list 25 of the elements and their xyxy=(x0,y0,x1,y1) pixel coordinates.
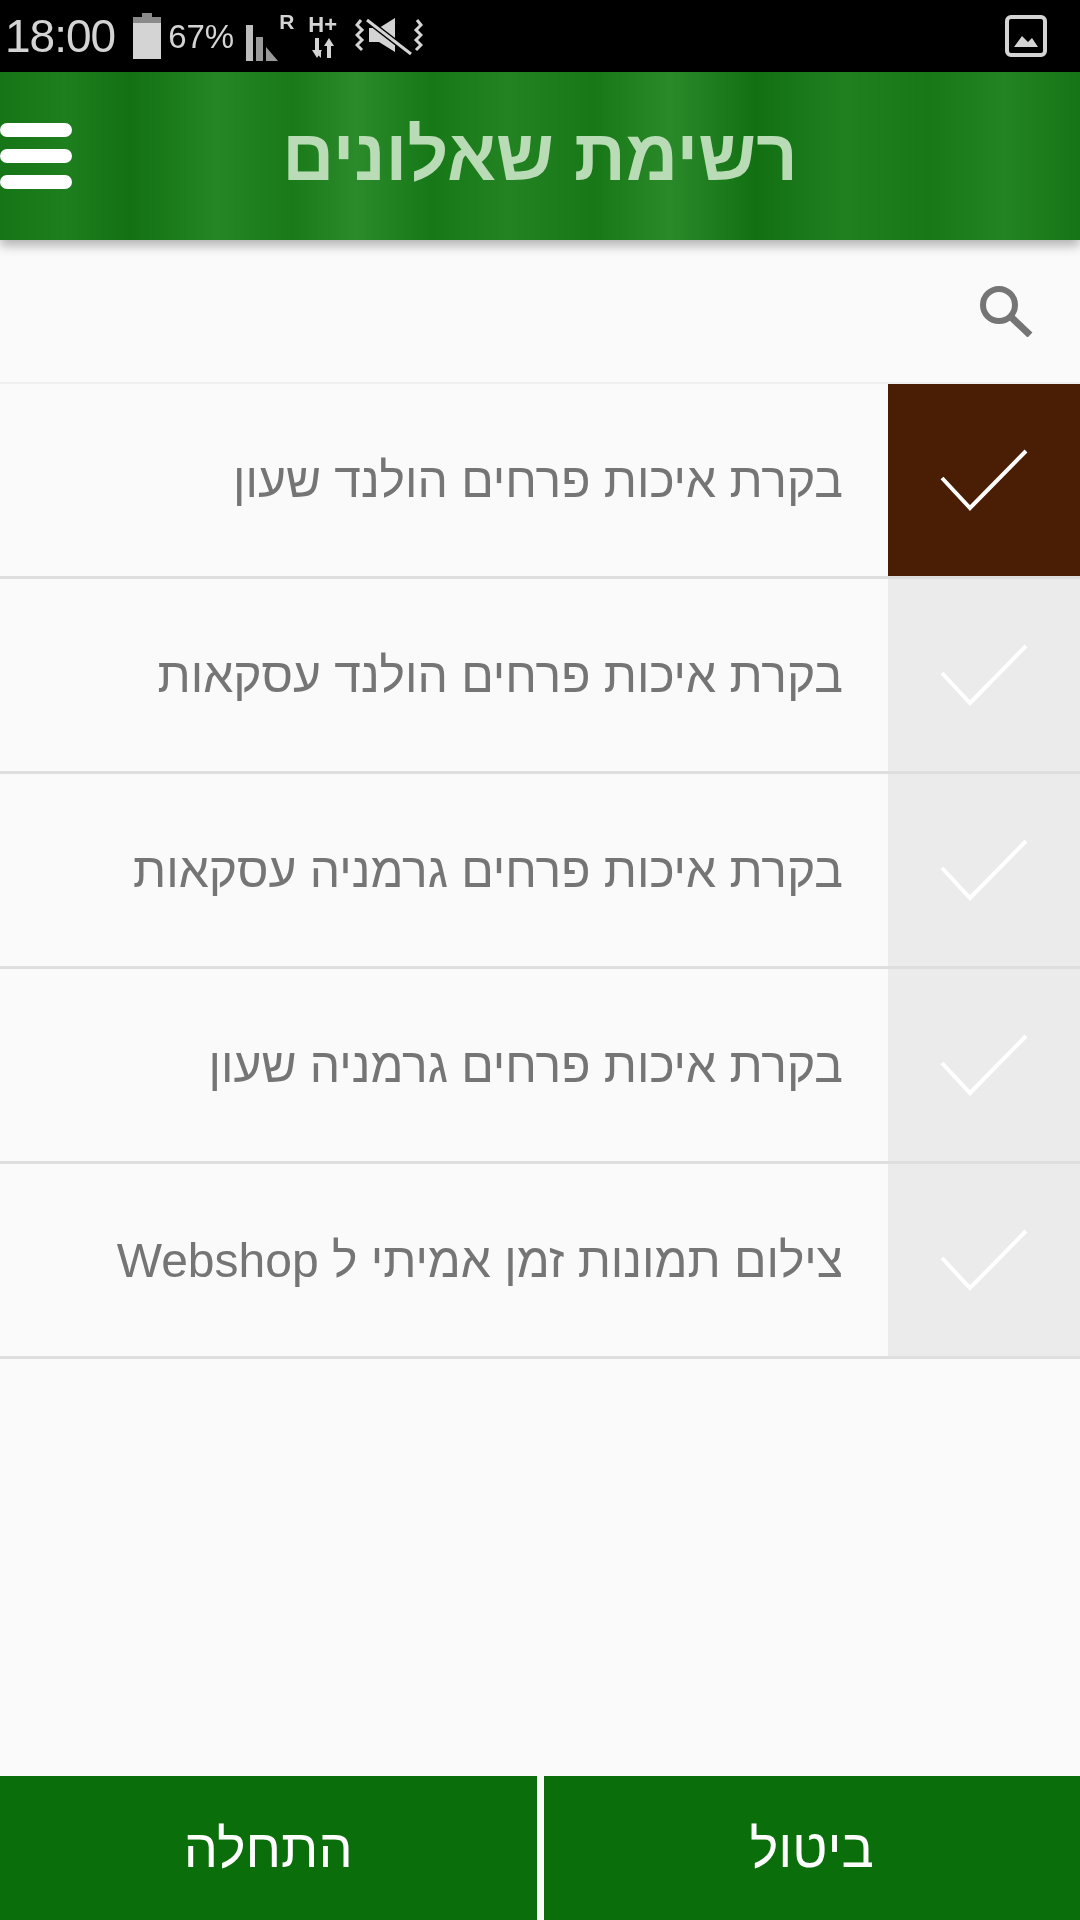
signal-icon xyxy=(246,25,279,61)
questionnaire-title[interactable]: בקרת איכות פרחים גרמניה שעון xyxy=(208,1037,843,1093)
questionnaire-title[interactable]: צילום תמונות זמן אמיתי ל Webshop xyxy=(116,1232,843,1288)
image-icon xyxy=(1005,14,1047,58)
select-toggle[interactable] xyxy=(888,1164,1080,1356)
vibrate-mute-icon xyxy=(355,16,424,56)
status-time: 18:00 xyxy=(5,13,116,59)
footer-button[interactable]: התחלה xyxy=(0,1776,537,1920)
select-toggle[interactable] xyxy=(888,384,1080,576)
check-icon xyxy=(940,448,1028,512)
search-icon[interactable] xyxy=(979,285,1033,337)
questionnaire-title[interactable]: בקרת איכות פרחים הולנד עסקאות xyxy=(157,647,843,703)
footer-button[interactable]: ביטול xyxy=(543,1776,1080,1920)
select-toggle[interactable] xyxy=(888,969,1080,1161)
questionnaire-title[interactable]: בקרת איכות פרחים הולנד שעון xyxy=(233,452,843,508)
network-type-label: H+ xyxy=(308,14,338,36)
screen-title: רשימת שאלונים xyxy=(281,116,799,196)
battery-icon xyxy=(133,13,162,59)
roaming-label: R xyxy=(279,11,295,32)
select-toggle[interactable] xyxy=(888,579,1080,771)
data-arrows-icon xyxy=(311,38,334,58)
battery-percent: 67% xyxy=(168,19,235,53)
questionnaire-title[interactable]: בקרת איכות פרחים גרמניה עסקאות xyxy=(133,842,843,898)
select-toggle[interactable] xyxy=(888,774,1080,966)
menu-icon[interactable] xyxy=(0,123,72,189)
